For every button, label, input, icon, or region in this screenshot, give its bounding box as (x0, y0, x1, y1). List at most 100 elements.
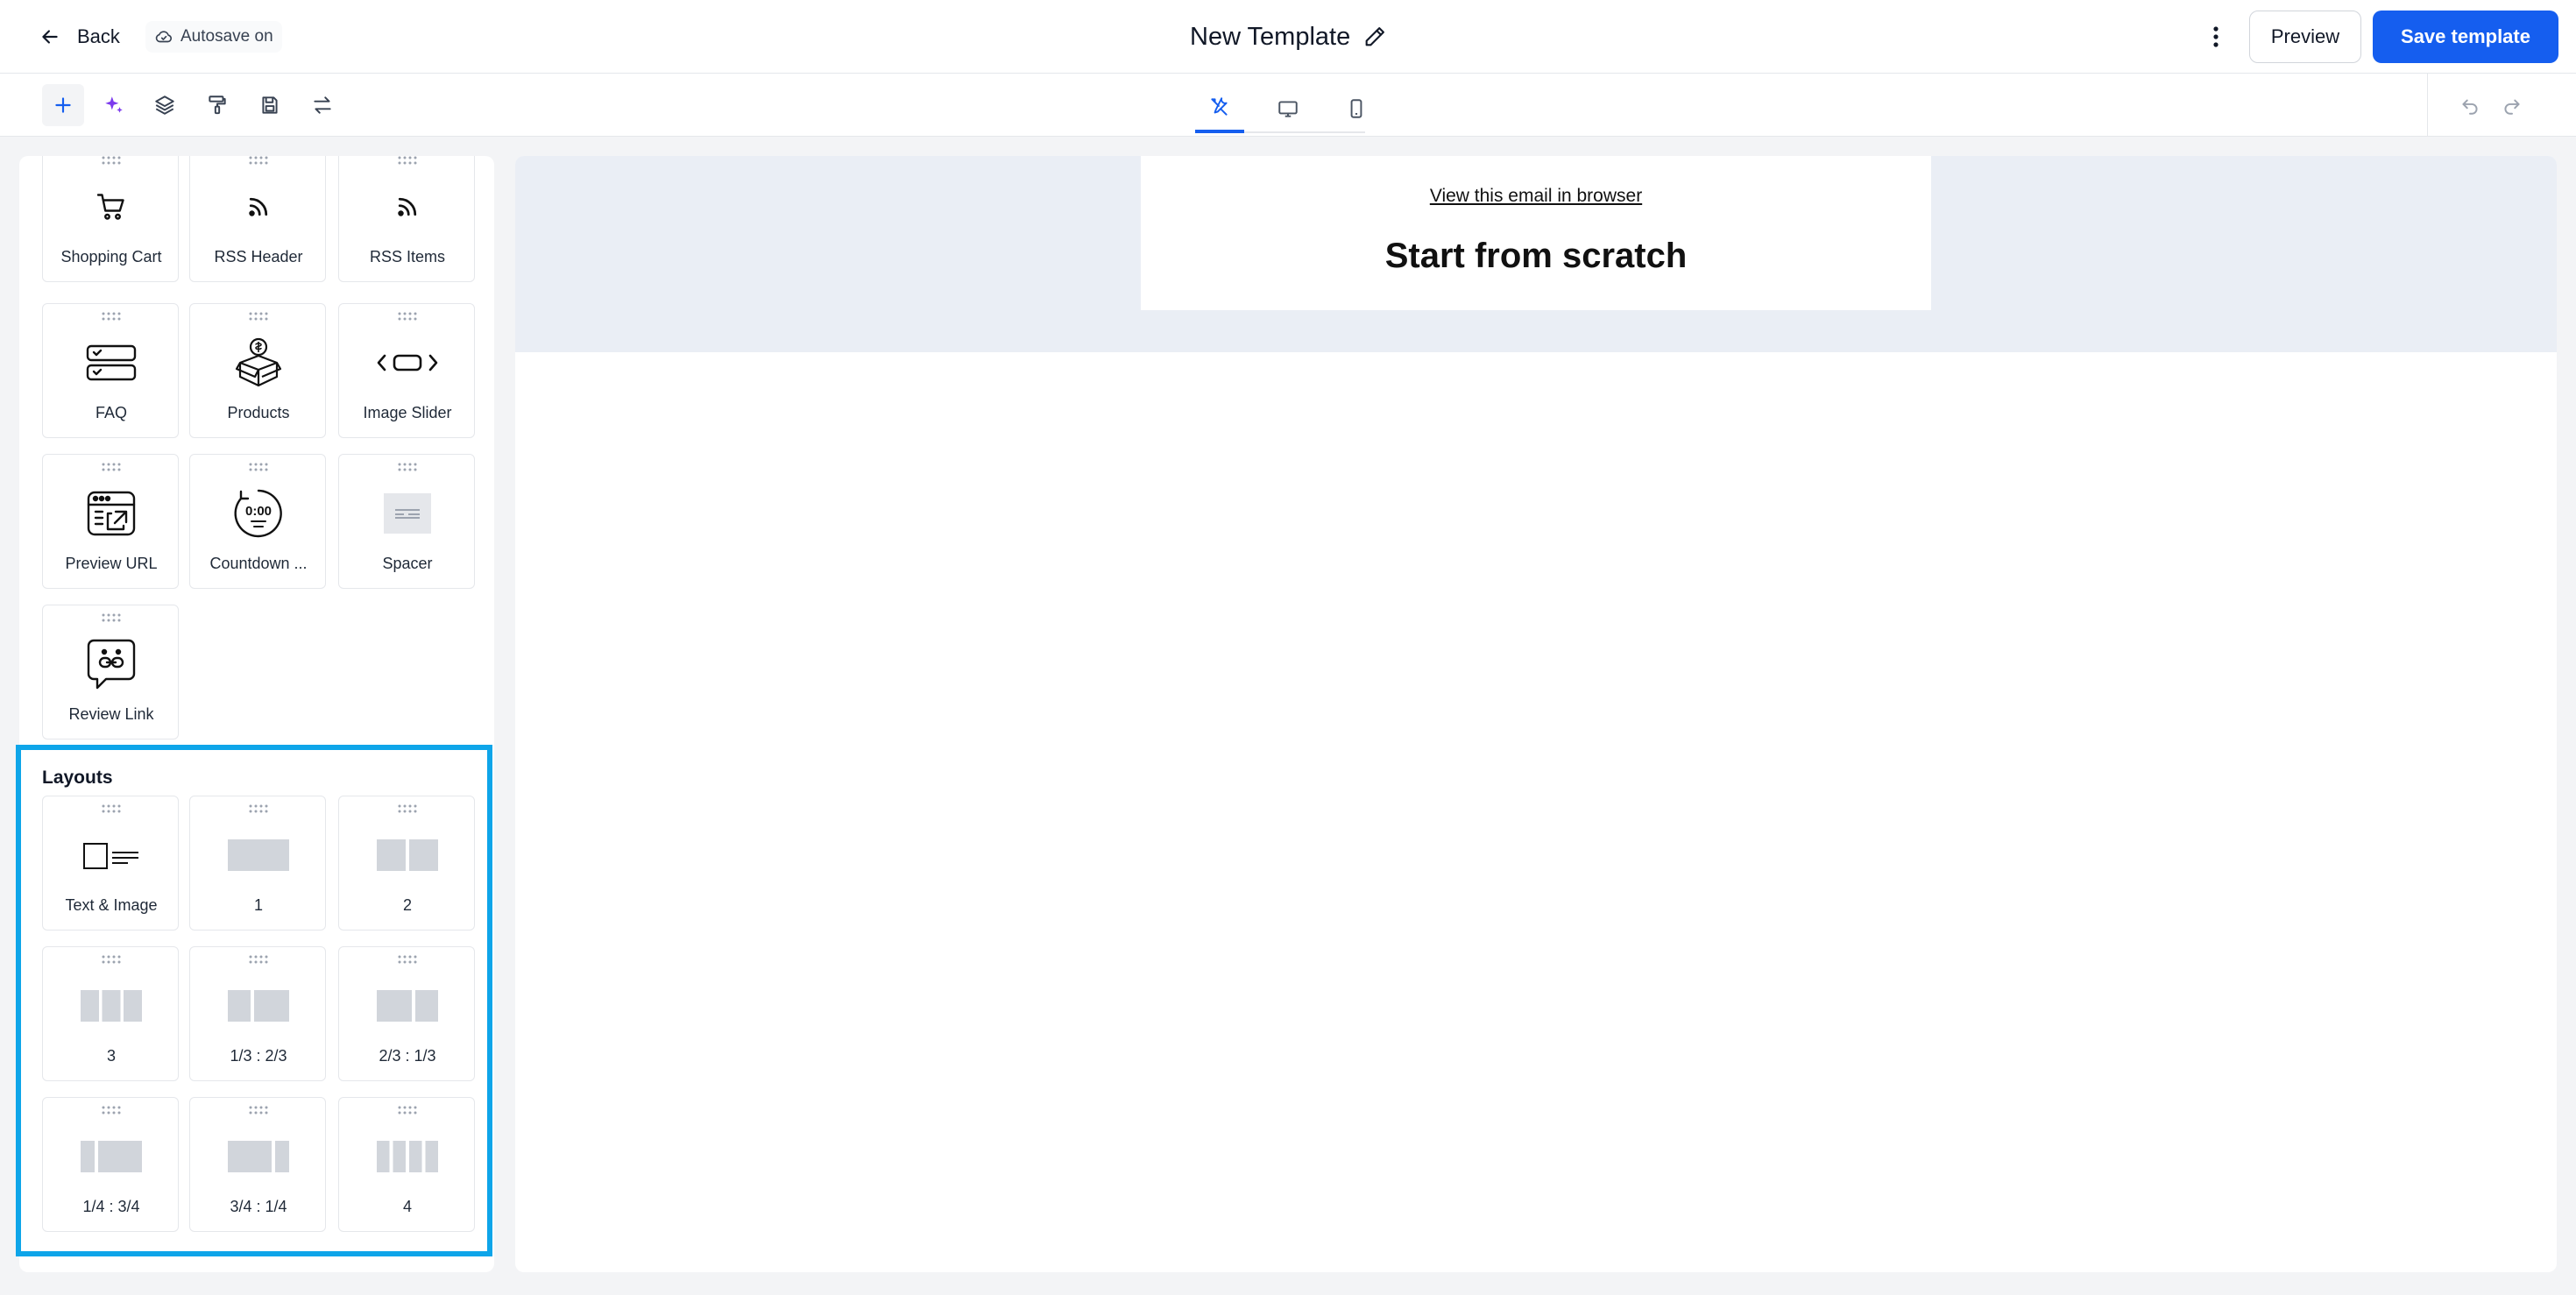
element-label: RSS Header (214, 248, 303, 265)
layout-1-4-3-4[interactable]: 1/4 : 3/4 (42, 1097, 179, 1232)
two-thirds-one-third-layout-icon (377, 990, 438, 1022)
styles-tool[interactable] (196, 84, 238, 126)
preview-button[interactable]: Preview (2249, 11, 2361, 63)
svg-text:0:00: 0:00 (245, 504, 272, 519)
sparkles-icon (105, 96, 123, 113)
history-controls (2427, 74, 2576, 137)
desktop-icon (1278, 101, 1298, 117)
tab-desktop-view[interactable] (1263, 84, 1313, 133)
element-label: RSS Items (369, 248, 446, 265)
save-template-button[interactable]: Save template (2373, 11, 2558, 63)
drag-handle-icon (398, 1106, 417, 1115)
layout-3-4-1-4[interactable]: 3/4 : 1/4 (189, 1097, 326, 1232)
element-rss-header[interactable]: RSS Header (189, 156, 326, 282)
rss-icon (398, 197, 417, 216)
one-column-layout-icon (228, 839, 289, 871)
tools-icon (1211, 97, 1228, 116)
undo-button[interactable] (2449, 84, 2491, 126)
back-label: Back (77, 25, 120, 47)
view-in-browser-link[interactable]: View this email in browser (1141, 186, 1931, 207)
mobile-icon (1350, 99, 1362, 118)
layout-label: 1/4 : 3/4 (82, 1198, 140, 1215)
layout-1-column[interactable]: 1 (189, 796, 326, 931)
add-elements-tool[interactable] (42, 84, 84, 126)
layout-2-3-1-3[interactable]: 2/3 : 1/3 (338, 946, 475, 1081)
drag-handle-icon (398, 463, 417, 471)
drag-handle-icon (398, 156, 417, 165)
autosave-label: Autosave on (180, 27, 273, 46)
drag-handle-icon (102, 613, 121, 622)
element-label: Products (227, 404, 290, 421)
four-column-layout-icon (377, 1141, 438, 1172)
save-icon (262, 96, 278, 114)
element-image-slider[interactable]: Image Slider (338, 303, 475, 438)
email-heading: Start from scratch (1384, 237, 1688, 275)
save-tool[interactable] (249, 84, 291, 126)
element-shopping-cart[interactable]: Shopping Cart (42, 156, 179, 282)
pencil-icon[interactable] (1362, 25, 1387, 49)
text-image-layout-icon (83, 843, 138, 869)
undo-icon (2462, 99, 2478, 115)
tab-design-tools[interactable] (1195, 84, 1244, 133)
rss-icon (249, 197, 268, 216)
element-faq[interactable]: FAQ (42, 303, 179, 438)
layout-4-columns[interactable]: 4 (338, 1097, 475, 1232)
layout-3-columns[interactable]: 3 (42, 946, 179, 1081)
autosave-indicator: Autosave on (145, 21, 282, 53)
drag-handle-icon (102, 156, 121, 165)
layout-label: 3/4 : 1/4 (230, 1198, 287, 1215)
layout-label: 1 (253, 896, 263, 914)
layouts-section-title: Layouts (42, 768, 113, 788)
layers-icon (155, 96, 174, 115)
element-label: FAQ (95, 404, 127, 421)
drag-handle-icon (249, 804, 268, 813)
ai-assist-tool[interactable] (93, 84, 135, 126)
one-third-two-thirds-layout-icon (228, 990, 289, 1022)
element-countdown[interactable]: 0:00 Countdown ... (189, 454, 326, 589)
element-label: Countdown ... (209, 555, 308, 572)
back-button[interactable]: Back (39, 19, 120, 54)
image-slider-icon (377, 354, 438, 372)
layout-2-columns[interactable]: 2 (338, 796, 475, 931)
drag-handle-icon (102, 804, 121, 813)
element-preview-url[interactable]: Preview URL (42, 454, 179, 589)
faq-icon (86, 344, 137, 381)
paint-roller-icon (209, 96, 226, 115)
element-label: Preview URL (65, 555, 158, 572)
drag-handle-icon (102, 955, 121, 964)
redo-button[interactable] (2491, 84, 2533, 126)
drag-handle-icon (398, 312, 417, 321)
plus-icon (55, 97, 71, 113)
element-label: Spacer (382, 555, 433, 572)
redo-icon (2504, 99, 2520, 115)
swap-icon (314, 96, 331, 114)
layout-label: Text & Image (65, 896, 158, 914)
layout-label: 2 (402, 896, 412, 914)
kebab-icon (2213, 26, 2219, 47)
layout-text-image[interactable]: Text & Image (42, 796, 179, 931)
countdown-icon: 0:00 (234, 489, 282, 538)
layout-label: 4 (402, 1198, 412, 1215)
drag-handle-icon (249, 463, 268, 471)
tab-mobile-view[interactable] (1332, 84, 1381, 133)
element-spacer[interactable]: Spacer (338, 454, 475, 589)
email-header-block[interactable]: View this email in browser Start from sc… (1141, 156, 1931, 310)
two-column-layout-icon (377, 839, 438, 871)
element-label: Review Link (68, 705, 154, 723)
drag-handle-icon (398, 955, 417, 964)
preview-url-icon (87, 491, 136, 536)
layout-label: 1/3 : 2/3 (230, 1047, 287, 1065)
layout-label: 2/3 : 1/3 (379, 1047, 436, 1065)
email-canvas[interactable]: View this email in browser Start from sc… (515, 156, 2557, 1272)
drag-handle-icon (102, 312, 121, 321)
layout-1-3-2-3[interactable]: 1/3 : 2/3 (189, 946, 326, 1081)
products-icon (235, 337, 282, 387)
element-products[interactable]: Products (189, 303, 326, 438)
review-link-icon (87, 639, 136, 690)
swap-tool[interactable] (301, 84, 343, 126)
element-review-link[interactable]: Review Link (42, 605, 179, 739)
arrow-left-icon (42, 30, 58, 44)
element-rss-items[interactable]: RSS Items (338, 156, 475, 282)
layers-tool[interactable] (144, 84, 186, 126)
more-options-button[interactable] (2203, 19, 2229, 54)
